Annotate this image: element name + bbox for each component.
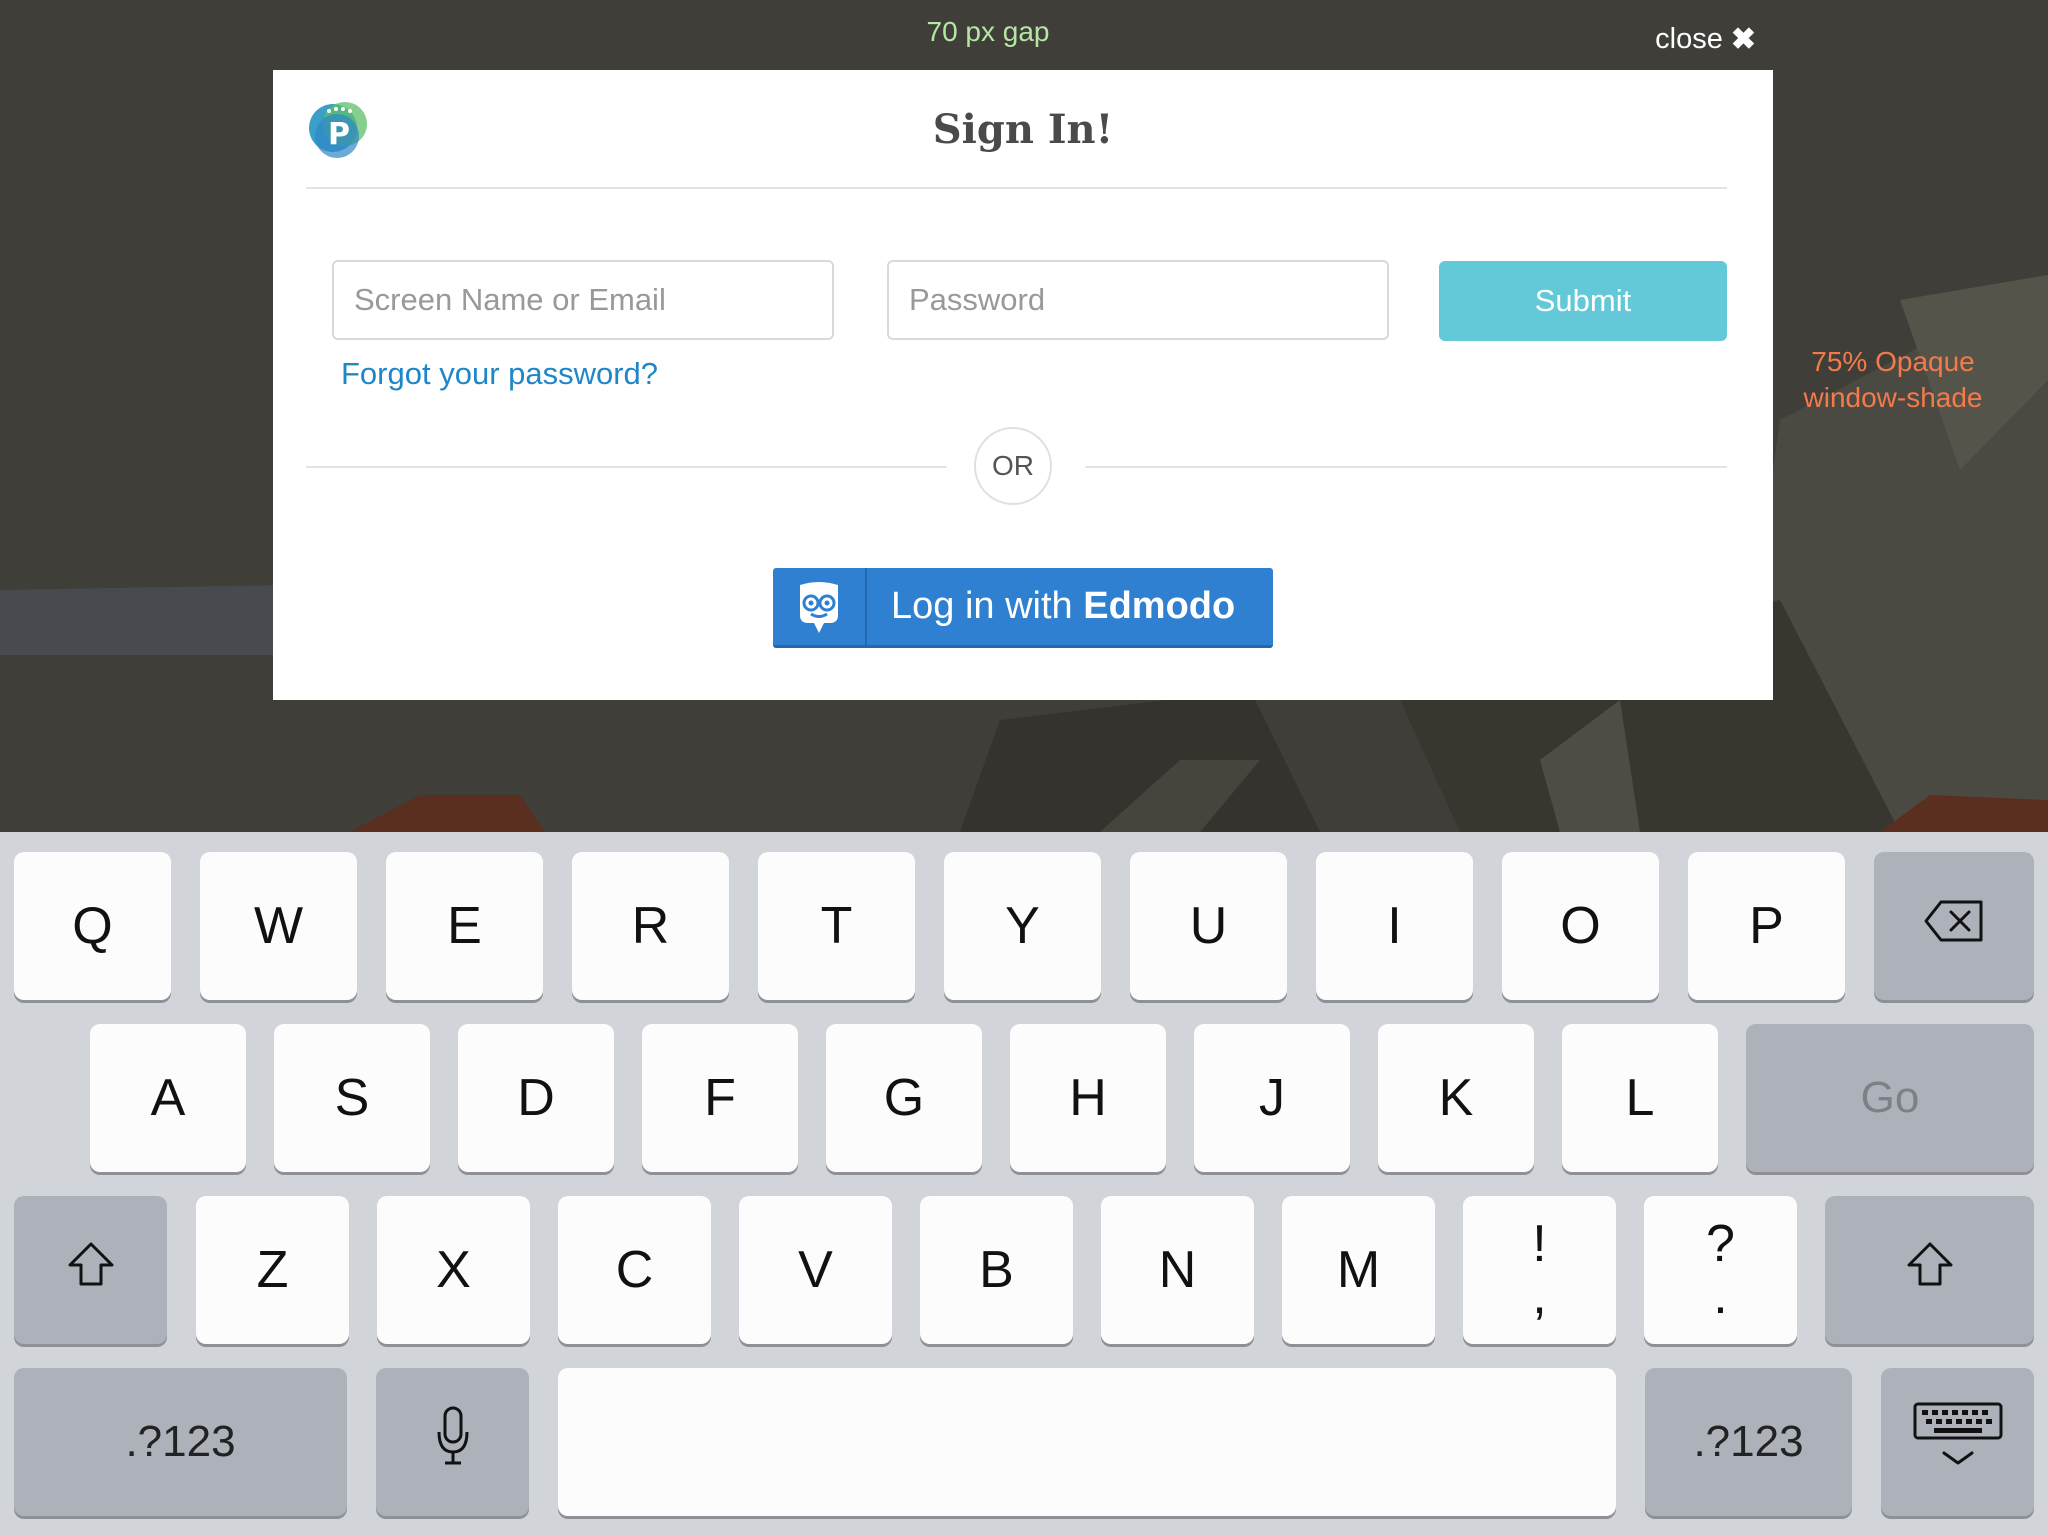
key-h[interactable]: H — [1010, 1024, 1166, 1172]
key-i[interactable]: I — [1316, 852, 1473, 1000]
edmodo-login-label: Log in with Edmodo — [867, 585, 1235, 628]
key-o[interactable]: O — [1502, 852, 1659, 1000]
key-w[interactable]: W — [200, 852, 357, 1000]
submit-button[interactable]: Submit — [1439, 261, 1727, 341]
key-l[interactable]: L — [1562, 1024, 1718, 1172]
microphone-icon — [436, 1406, 470, 1479]
title-divider — [306, 187, 1727, 189]
key-u[interactable]: U — [1130, 852, 1287, 1000]
key-e[interactable]: E — [386, 852, 543, 1000]
forgot-password-link[interactable]: Forgot your password? — [341, 356, 658, 392]
key-m[interactable]: M — [1282, 1196, 1435, 1344]
key-question-label: ? — [1706, 1215, 1735, 1273]
key-q[interactable]: Q — [14, 852, 171, 1000]
close-button[interactable]: close ✖ — [1655, 22, 1756, 57]
key-b[interactable]: B — [920, 1196, 1073, 1344]
shift-key-right[interactable] — [1825, 1196, 2034, 1344]
edmodo-brand: Edmodo — [1083, 585, 1236, 627]
key-t[interactable]: T — [758, 852, 915, 1000]
shift-icon — [1906, 1240, 1954, 1300]
key-f[interactable]: F — [642, 1024, 798, 1172]
dialog-title: Sign In! — [932, 106, 1114, 153]
close-label: close — [1655, 23, 1723, 55]
edmodo-prefix: Log in with — [891, 585, 1084, 627]
shade-annotation-line2: window-shade — [1803, 382, 1983, 413]
key-g[interactable]: G — [826, 1024, 982, 1172]
hide-keyboard-icon — [1912, 1401, 2004, 1484]
key-a[interactable]: A — [90, 1024, 246, 1172]
key-k[interactable]: K — [1378, 1024, 1534, 1172]
shade-annotation-line1: 75% Opaque — [1811, 346, 1975, 377]
key-exclamation-comma[interactable]: ! , — [1463, 1196, 1616, 1344]
key-question-period[interactable]: ? . — [1644, 1196, 1797, 1344]
key-r[interactable]: R — [572, 852, 729, 1000]
screen-name-email-input[interactable] — [332, 260, 834, 340]
space-bar[interactable] — [558, 1368, 1616, 1516]
or-separator: OR — [974, 427, 1052, 505]
dictation-key[interactable] — [376, 1368, 529, 1516]
edmodo-login-button[interactable]: Log in with Edmodo — [773, 568, 1273, 648]
hide-keyboard-key[interactable] — [1881, 1368, 2034, 1516]
shift-key-left[interactable] — [14, 1196, 167, 1344]
key-z[interactable]: Z — [196, 1196, 349, 1344]
sign-in-dialog: P Sign In! Submit Forgot your password? … — [273, 70, 1773, 700]
key-n[interactable]: N — [1101, 1196, 1254, 1344]
numbers-key-left[interactable]: .?123 — [14, 1368, 347, 1516]
or-divider-right — [1085, 466, 1727, 468]
shift-icon — [67, 1240, 115, 1300]
edmodo-owl-icon — [773, 568, 867, 645]
numbers-key-right[interactable]: .?123 — [1645, 1368, 1852, 1516]
key-exclamation-label: ! — [1532, 1215, 1547, 1273]
onscreen-keyboard: Q W E R T Y U I O P A S D F G H J K L Go… — [0, 832, 2048, 1536]
backspace-key[interactable] — [1874, 852, 2034, 1000]
key-d[interactable]: D — [458, 1024, 614, 1172]
key-x[interactable]: X — [377, 1196, 530, 1344]
or-divider-left — [306, 466, 947, 468]
key-y[interactable]: Y — [944, 852, 1101, 1000]
key-period-label: . — [1713, 1267, 1728, 1325]
key-s[interactable]: S — [274, 1024, 430, 1172]
shade-annotation: 75% Opaque window-shade — [1778, 344, 2008, 416]
key-p[interactable]: P — [1688, 852, 1845, 1000]
backspace-icon — [1923, 896, 1985, 956]
close-x-icon: ✖ — [1730, 23, 1756, 56]
go-key[interactable]: Go — [1746, 1024, 2034, 1172]
key-v[interactable]: V — [739, 1196, 892, 1344]
key-j[interactable]: J — [1194, 1024, 1350, 1172]
key-comma-label: , — [1532, 1267, 1547, 1325]
password-input[interactable] — [887, 260, 1389, 340]
key-c[interactable]: C — [558, 1196, 711, 1344]
